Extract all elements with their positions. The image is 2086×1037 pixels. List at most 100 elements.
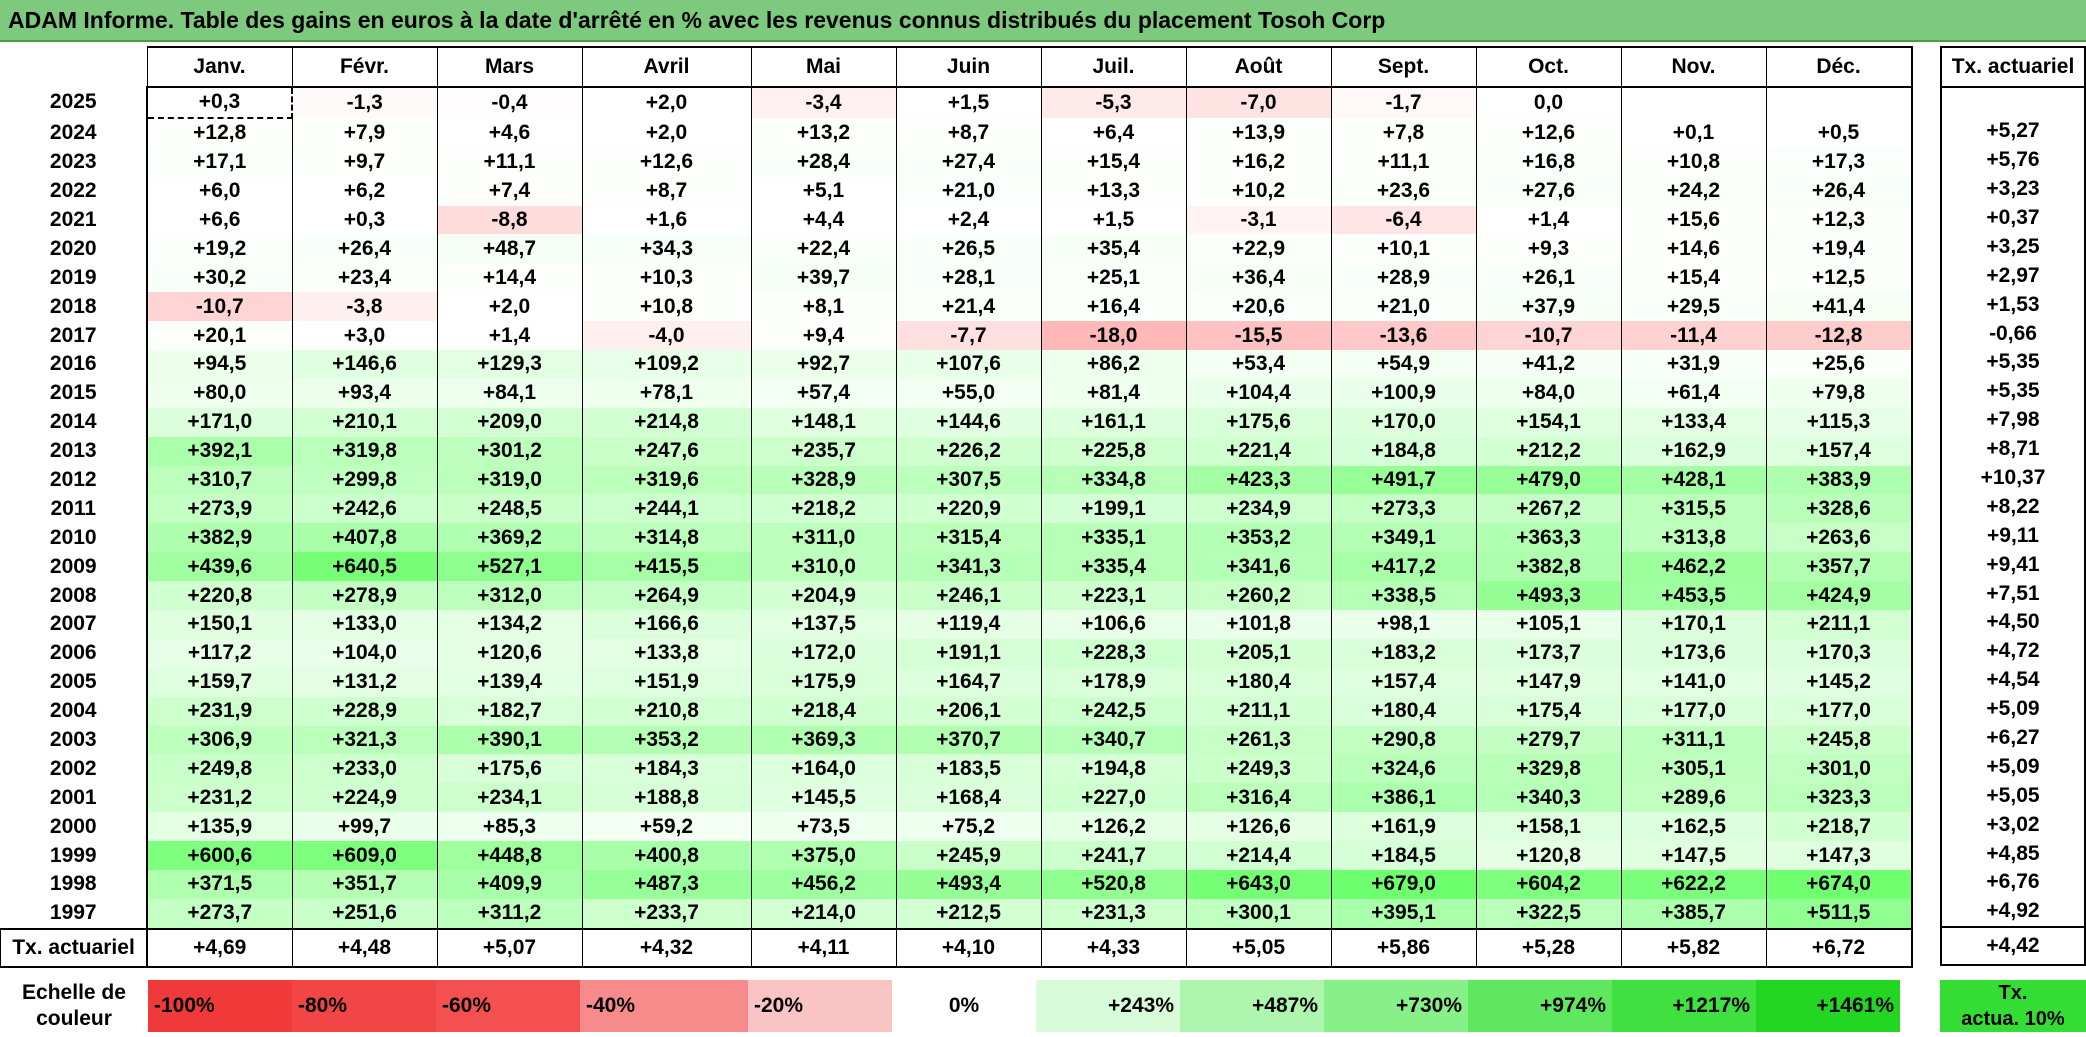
tx-row: +5,05 <box>1940 781 2086 811</box>
year-label: 2011 <box>0 494 148 524</box>
gain-cell: +212,2 <box>1475 436 1621 466</box>
gain-cell: +9,4 <box>750 321 896 351</box>
gain-cell: +231,2 <box>146 783 292 813</box>
gain-cell: +351,7 <box>291 870 437 899</box>
year-label: 2012 <box>0 465 148 495</box>
gain-cell: +36,4 <box>1185 263 1331 293</box>
gain-cell: +106,6 <box>1040 610 1186 639</box>
gain-cell: +16,8 <box>1475 147 1621 177</box>
table-row: 1999 +600,6 +609,0 +448,8 +400,8 +375,0 +245,9… <box>0 841 1913 871</box>
gain-cell: +148,1 <box>750 407 896 437</box>
gain-cell: +241,7 <box>1040 841 1186 871</box>
gain-cell: +310,7 <box>146 465 292 495</box>
gain-cell: +161,1 <box>1040 407 1186 437</box>
gain-cell: +227,0 <box>1040 783 1186 813</box>
gain-cell: +39,7 <box>750 263 896 293</box>
gain-cell: +247,6 <box>581 436 751 466</box>
gain-cell: +161,9 <box>1330 812 1476 842</box>
gain-cell: +25,6 <box>1765 350 1913 379</box>
gain-cell: +19,4 <box>1765 234 1913 264</box>
gain-cell: +260,2 <box>1185 581 1331 611</box>
table-row: 2012 +310,7 +299,8 +319,0 +319,6 +328,9 +307,5… <box>0 465 1913 495</box>
gain-cell: +312,0 <box>436 581 582 611</box>
gain-cell: +329,8 <box>1475 754 1621 784</box>
gain-cell: +9,7 <box>291 147 437 177</box>
gain-cell: +21,4 <box>895 292 1041 322</box>
gain-cell: -6,4 <box>1330 205 1476 235</box>
tx-actuariel-value: +1,53 <box>1940 290 2086 320</box>
year-label: 2003 <box>0 725 148 755</box>
gain-cell: +600,6 <box>146 841 292 871</box>
gain-cell: +158,1 <box>1475 812 1621 842</box>
tx-row: +8,71 <box>1940 434 2086 464</box>
gain-cell: +182,7 <box>436 696 582 726</box>
color-scale-step: -100% <box>148 980 292 1032</box>
gain-cell: -1,3 <box>291 87 437 118</box>
gain-cell: +22,9 <box>1185 234 1331 264</box>
table-row: 2016 +94,5 +146,6 +129,3 +109,2 +92,7 +107,6 +8… <box>0 350 1913 379</box>
gains-table: Janv. Févr. Mars Avril Mai Juin Juil. Août Sept.… <box>0 46 1913 968</box>
gain-cell: +11,1 <box>1330 147 1476 177</box>
table-row: 2001 +231,2 +224,9 +234,1 +188,8 +145,5 +168,4… <box>0 783 1913 813</box>
gain-cell: +126,6 <box>1185 812 1331 842</box>
gain-cell: +1,5 <box>1040 205 1186 235</box>
year-label: 2024 <box>0 117 148 148</box>
gain-cell: +2,0 <box>581 87 751 118</box>
gain-cell: +453,5 <box>1620 581 1766 611</box>
gain-cell: -4,0 <box>581 321 751 351</box>
gain-cell: +184,3 <box>581 754 751 784</box>
table-row: 2013 +392,1 +319,8 +301,2 +247,6 +235,7 +226,2… <box>0 436 1913 466</box>
gain-cell: +375,0 <box>750 841 896 871</box>
gain-cell: +479,0 <box>1475 465 1621 495</box>
gain-cell: +428,1 <box>1620 465 1766 495</box>
gain-cell: +23,4 <box>291 263 437 293</box>
tx-actuariel-value: +9,11 <box>1940 521 2086 551</box>
gain-cell: +78,1 <box>581 378 751 408</box>
gain-cell: +520,8 <box>1040 870 1186 899</box>
color-scale-step: -80% <box>292 980 436 1032</box>
tx-actuariel-value: +5,35 <box>1940 376 2086 406</box>
gain-cell: +14,4 <box>436 263 582 293</box>
tx-actuariel-month-value: +5,05 <box>1185 927 1331 968</box>
gain-cell: +211,1 <box>1185 696 1331 726</box>
gain-cell: +383,9 <box>1765 465 1913 495</box>
tx-row: +2,97 <box>1940 261 2086 291</box>
gain-cell: +9,3 <box>1475 234 1621 264</box>
gain-cell: +180,4 <box>1185 667 1331 697</box>
gain-cell: +109,2 <box>581 350 751 379</box>
tx-row: +4,54 <box>1940 665 2086 695</box>
gain-cell: +105,1 <box>1475 610 1621 639</box>
gain-cell: -11,4 <box>1620 321 1766 351</box>
gain-cell: +21,0 <box>1330 292 1476 322</box>
gain-cell: +228,9 <box>291 696 437 726</box>
gain-cell: +353,2 <box>1185 523 1331 553</box>
gain-cell: +199,1 <box>1040 494 1186 524</box>
gain-cell: +177,0 <box>1765 696 1913 726</box>
tx-row: +6,76 <box>1940 868 2086 897</box>
tx-actuariel-month-value: +4,69 <box>146 927 292 968</box>
tx-actuariel-label: Tx. actuariel <box>0 927 148 968</box>
tx-actuariel-month-value: +5,86 <box>1330 927 1476 968</box>
gain-cell: +133,8 <box>581 638 751 668</box>
gain-cell: +220,9 <box>895 494 1041 524</box>
table-row: 1998 +371,5 +351,7 +409,9 +487,3 +456,2 +493,4… <box>0 870 1913 899</box>
gain-cell: -5,3 <box>1040 87 1186 118</box>
gain-cell: +80,0 <box>146 378 292 408</box>
gain-cell: +323,3 <box>1765 783 1913 813</box>
gain-cell: +12,5 <box>1765 263 1913 293</box>
gain-cell: +75,2 <box>895 812 1041 842</box>
gain-cell: +386,1 <box>1330 783 1476 813</box>
tx-actuariel-value: +4,54 <box>1940 665 2086 695</box>
gain-cell: +382,9 <box>146 523 292 553</box>
year-label: 2015 <box>0 378 148 408</box>
gain-cell: +98,1 <box>1330 610 1476 639</box>
gain-cell: +133,4 <box>1620 407 1766 437</box>
gain-cell: +493,4 <box>895 870 1041 899</box>
gain-cell: +168,4 <box>895 783 1041 813</box>
tx-row: +5,27 <box>1940 116 2086 146</box>
gain-cell: +319,6 <box>581 465 751 495</box>
year-label: 2001 <box>0 783 148 813</box>
gain-cell: +210,8 <box>581 696 751 726</box>
tx-total-row: +4,42 <box>1940 925 2086 966</box>
gain-cell: +184,5 <box>1330 841 1476 871</box>
